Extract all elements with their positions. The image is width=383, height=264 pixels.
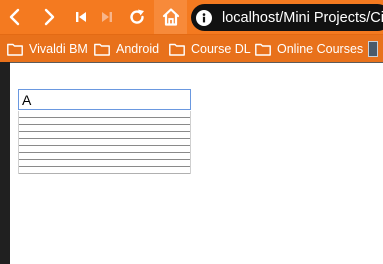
suggestion-item[interactable] — [19, 146, 190, 153]
folder-icon — [255, 43, 271, 56]
bookmarks-bar: Vivaldi BM Android Course DL Online Cour… — [0, 34, 383, 62]
bookmark-page-icon[interactable] — [368, 41, 378, 57]
address-url[interactable]: localhost/Mini Projects/Citation — [222, 10, 383, 26]
reload-button[interactable] — [123, 0, 151, 34]
side-panel-strip — [0, 62, 10, 264]
bookmark-label: Android — [116, 42, 160, 56]
reload-icon — [130, 9, 144, 24]
suggestion-item[interactable] — [19, 111, 190, 118]
rewind-button[interactable] — [70, 0, 92, 34]
fast-forward-button[interactable] — [96, 0, 118, 34]
fast-forward-icon — [102, 12, 112, 22]
bookmark-label: Course DL — [191, 42, 251, 56]
page-content — [10, 62, 383, 264]
bookmark-label: Vivaldi BM — [29, 42, 88, 56]
address-bar[interactable]: localhost/Mini Projects/Citation — [191, 4, 383, 31]
suggestion-item[interactable] — [19, 153, 190, 160]
back-icon — [9, 8, 20, 26]
browser-window: localhost/Mini Projects/Citation Vivaldi… — [0, 0, 383, 264]
content-divider — [10, 62, 383, 63]
suggestion-item[interactable] — [19, 125, 190, 132]
suggestion-list — [18, 111, 191, 174]
home-button[interactable] — [154, 0, 187, 34]
bookmark-android[interactable]: Android — [94, 40, 159, 58]
info-icon[interactable] — [196, 9, 212, 26]
rewind-icon — [76, 12, 86, 22]
suggestion-item[interactable] — [19, 160, 190, 167]
folder-icon — [7, 43, 23, 56]
forward-icon — [44, 8, 55, 26]
suggestion-item[interactable] — [19, 132, 190, 139]
search-input[interactable] — [18, 89, 191, 110]
suggestion-item[interactable] — [19, 167, 190, 174]
forward-button[interactable] — [36, 0, 62, 34]
back-button[interactable] — [2, 0, 28, 34]
bookmark-vivaldi-bm[interactable]: Vivaldi BM — [7, 40, 88, 58]
suggestion-item[interactable] — [19, 118, 190, 125]
folder-icon — [94, 43, 110, 56]
home-icon — [162, 8, 179, 26]
folder-icon — [169, 43, 185, 56]
suggestion-item[interactable] — [19, 139, 190, 146]
bookmark-label: Online Courses — [277, 42, 364, 56]
bookmark-course-dl[interactable]: Course DL — [169, 40, 251, 58]
browser-toolbar: localhost/Mini Projects/Citation — [0, 0, 383, 34]
bookmark-online-courses[interactable]: Online Courses — [255, 40, 363, 58]
